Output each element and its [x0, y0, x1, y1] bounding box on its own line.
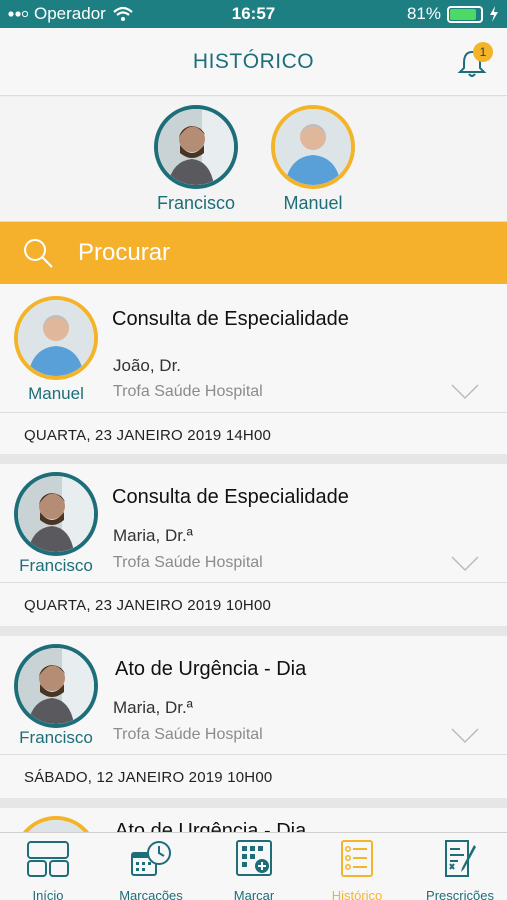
top-header: HISTÓRICO 1: [0, 28, 507, 96]
profile-manuel[interactable]: Manuel: [263, 105, 363, 214]
page-title: HISTÓRICO: [192, 50, 315, 73]
history-record-card[interactable]: Francisco Ato de Urgência - Dia Maria, D…: [0, 636, 507, 798]
record-person: Francisco: [19, 556, 93, 575]
calendar-clock-icon: [131, 841, 171, 876]
record-date: QUARTA, 23 JANEIRO 2019 10H00: [24, 597, 272, 614]
divider: [0, 754, 507, 755]
bottom-tab-bar: Início Marcações Marcar Histórico Prescr…: [0, 832, 507, 900]
profile-name: Manuel: [283, 193, 343, 213]
avatar: [14, 644, 98, 728]
profile-selector: Francisco Manuel: [0, 97, 507, 222]
person-photo-icon: [158, 109, 234, 185]
add-appointment-icon: [236, 840, 272, 876]
battery-icon: [447, 5, 483, 23]
record-person: Manuel: [28, 384, 84, 403]
card-gap: [0, 626, 507, 636]
record-title: Ato de Urgência - Dia: [115, 820, 307, 832]
divider: [0, 582, 507, 583]
record-title: Consulta de Especialidade: [112, 486, 349, 508]
search-input[interactable]: Procurar: [78, 239, 170, 267]
history-record-card[interactable]: Francisco Consulta de Especialidade Mari…: [0, 464, 507, 626]
card-gap: [0, 454, 507, 464]
battery-percent: 81%: [406, 4, 441, 23]
record-doctor: João, Dr.: [113, 356, 182, 375]
person-photo-icon: [275, 109, 351, 185]
history-record-card[interactable]: Manuel Consulta de Especialidade João, D…: [0, 284, 507, 454]
record-place: Trofa Saúde Hospital: [113, 554, 263, 571]
person-photo-icon: [18, 820, 94, 832]
avatar: [271, 105, 355, 189]
record-place: Trofa Saúde Hospital: [113, 726, 263, 743]
person-photo-icon: [18, 300, 94, 376]
chevron-down-icon[interactable]: [451, 384, 479, 400]
tab-inicio[interactable]: Início: [0, 839, 98, 900]
record-doctor: Maria, Dr.ª: [113, 698, 193, 717]
status-bar: Operador 16:57 81%: [0, 0, 507, 28]
chevron-down-icon[interactable]: [451, 728, 479, 744]
tab-label: Marcações: [119, 888, 183, 900]
tab-prescricoes[interactable]: Prescrições: [410, 839, 507, 900]
search-icon: [24, 239, 53, 268]
tab-label: Início: [32, 888, 64, 900]
record-date: SÁBADO, 12 JANEIRO 2019 10H00: [24, 769, 273, 786]
tab-marcacoes[interactable]: Marcações: [101, 839, 201, 900]
tab-marcar[interactable]: Marcar: [204, 839, 304, 900]
record-title: Consulta de Especialidade: [112, 308, 349, 330]
tab-label: Histórico: [331, 888, 383, 900]
person-photo-icon: [18, 476, 94, 552]
record-place: Trofa Saúde Hospital: [113, 383, 263, 400]
notifications-button[interactable]: 1: [455, 42, 493, 80]
record-date: QUARTA, 23 JANEIRO 2019 14H00: [24, 427, 272, 444]
chevron-down-icon[interactable]: [451, 556, 479, 572]
tab-label: Marcar: [233, 888, 275, 900]
search-bar[interactable]: Procurar: [0, 222, 507, 284]
history-record-card[interactable]: Ato de Urgência - Dia: [0, 808, 507, 832]
avatar: [154, 105, 238, 189]
notification-badge: 1: [473, 42, 493, 62]
history-list-icon: [341, 840, 373, 877]
status-right: 81%: [407, 4, 499, 24]
avatar: [14, 296, 98, 380]
home-grid-icon: [27, 841, 69, 877]
profile-name: Francisco: [156, 193, 236, 213]
record-doctor: Maria, Dr.ª: [113, 526, 193, 545]
record-person: Francisco: [19, 728, 93, 747]
charging-icon: [490, 6, 498, 22]
tab-label: Prescrições: [426, 888, 494, 900]
avatar: [14, 472, 98, 556]
prescription-icon: [445, 840, 476, 877]
tab-historico[interactable]: Histórico: [307, 839, 407, 900]
record-title: Ato de Urgência - Dia: [115, 658, 307, 680]
person-photo-icon: [18, 648, 94, 724]
card-gap: [0, 798, 507, 808]
avatar: [14, 816, 98, 832]
profile-francisco[interactable]: Francisco: [146, 105, 246, 214]
divider: [0, 412, 507, 413]
